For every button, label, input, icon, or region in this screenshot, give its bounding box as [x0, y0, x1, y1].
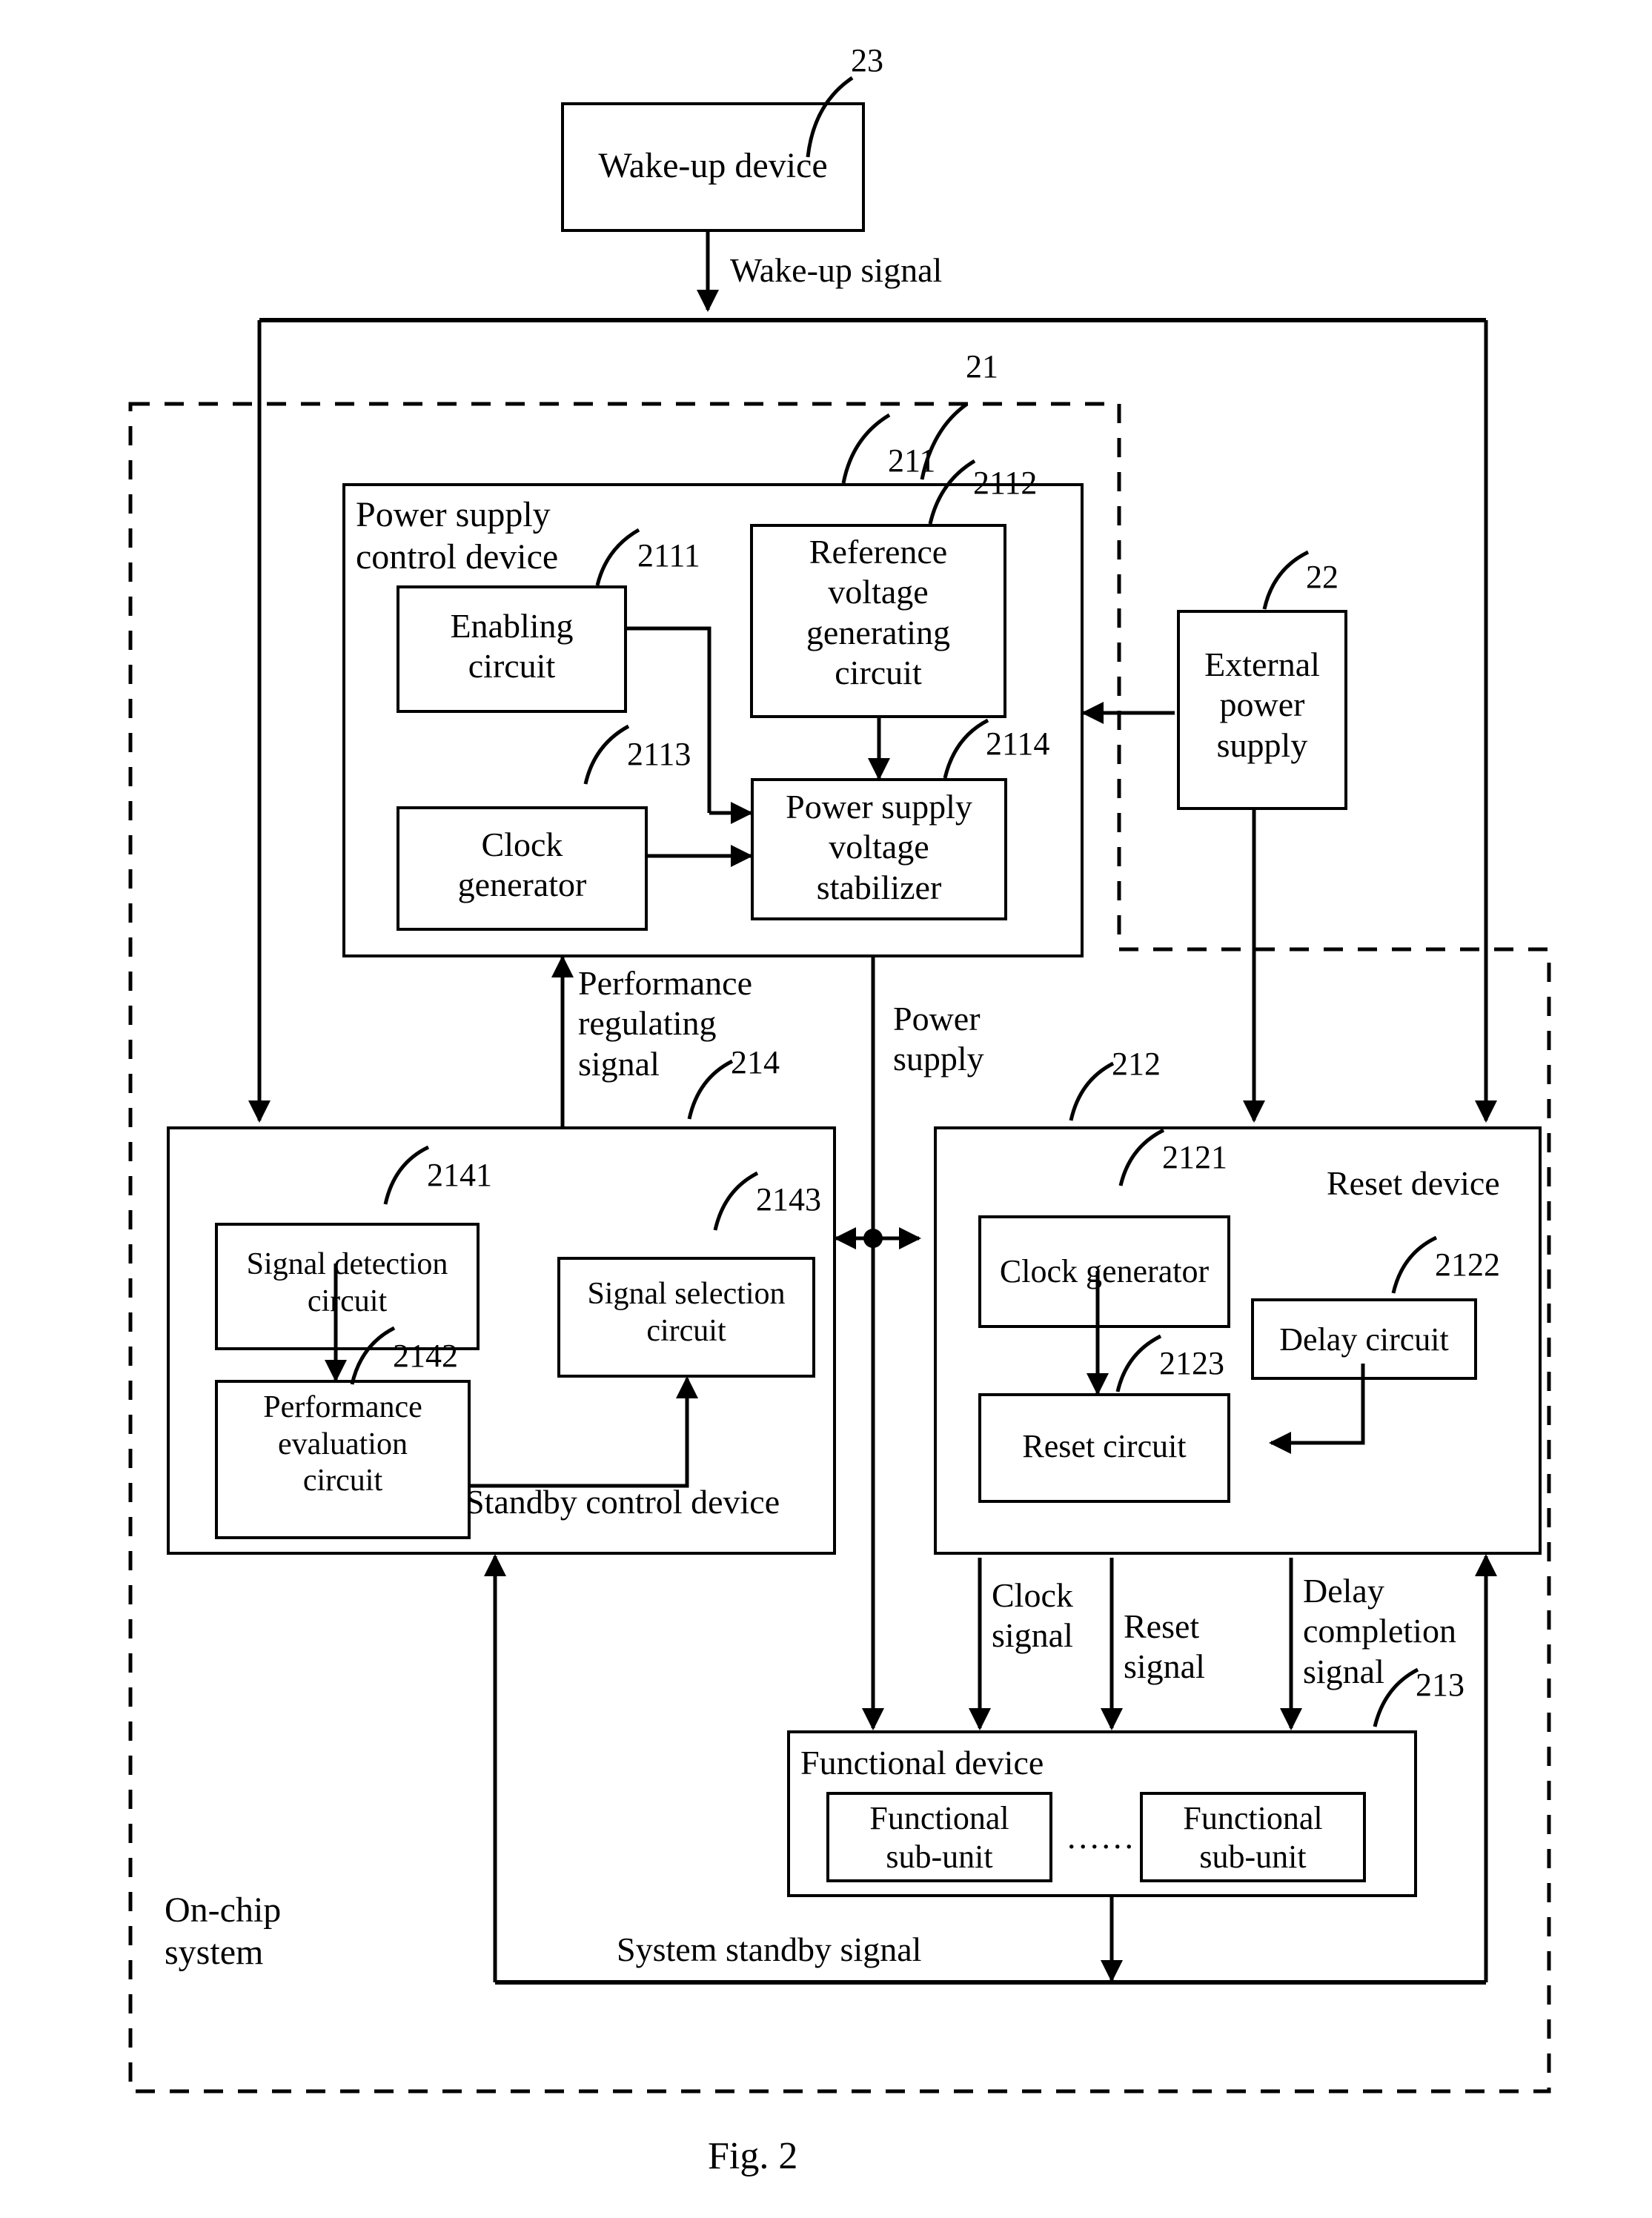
leader-212 [1069, 1061, 1115, 1121]
reset-circuit-label: Reset circuit [1022, 1428, 1187, 1464]
external-power-supply-label: External power supply [1204, 645, 1320, 764]
ref-2141: 2141 [427, 1157, 492, 1193]
reference-voltage-generating-circuit-label: Reference voltage generating circuit [806, 533, 951, 691]
leader-22 [1262, 550, 1310, 610]
ref-22: 22 [1306, 559, 1338, 595]
clock-generator-reset-label: Clock generator [999, 1253, 1210, 1289]
wakeup-signal-label: Wake-up signal [730, 251, 943, 289]
patent-figure-page: Wake-up device 23 Wake-up signal 21 On-c… [0, 0, 1652, 2218]
clock-generator-psc-label: Clock generator [457, 826, 587, 904]
performance-evaluation-circuit-label: Performance evaluation circuit [263, 1390, 422, 1498]
ref-23: 23 [851, 42, 883, 79]
signal-detection-circuit-label: Signal detection circuit [246, 1247, 448, 1318]
reset-signal-label: Reset signal [1124, 1607, 1205, 1686]
ref-2143: 2143 [756, 1181, 821, 1218]
functional-device-label: Functional device [800, 1744, 1044, 1782]
ref-2113: 2113 [627, 736, 691, 772]
ref-213: 213 [1416, 1667, 1464, 1703]
ref-212: 212 [1112, 1046, 1161, 1082]
power-supply-signal-label: Power supply [893, 1000, 984, 1078]
ref-21: 21 [966, 348, 998, 385]
ref-2142: 2142 [393, 1338, 458, 1374]
power-bus-junction-dot [863, 1229, 883, 1248]
ref-214: 214 [731, 1044, 780, 1080]
functional-subunit-ellipsis: ...... [1067, 1818, 1136, 1856]
power-supply-voltage-stabilizer-label: Power supply voltage stabilizer [786, 788, 972, 906]
functional-sub-unit-1-label: Functional sub-unit [869, 1800, 1009, 1875]
ref-2121: 2121 [1162, 1139, 1227, 1175]
power-supply-control-device-label: Power supply control device [356, 495, 559, 577]
system-standby-signal-label: System standby signal [617, 1930, 922, 1968]
onchip-system-label: On-chip system [165, 1890, 282, 1972]
functional-sub-unit-2-label: Functional sub-unit [1183, 1800, 1323, 1875]
figure-caption: Fig. 2 [708, 2135, 798, 2177]
clock-signal-label: Clock signal [992, 1576, 1073, 1655]
ref-2112: 2112 [973, 465, 1038, 501]
performance-regulating-signal-label: Performance regulating signal [578, 964, 752, 1083]
wakeup-device-label: Wake-up device [598, 146, 828, 185]
ref-211: 211 [888, 442, 936, 479]
reset-device-label: Reset device [1327, 1164, 1500, 1202]
ref-2123: 2123 [1159, 1345, 1224, 1381]
standby-control-device-label: Standby control device [465, 1483, 780, 1521]
ref-2122: 2122 [1435, 1246, 1500, 1283]
enabling-circuit-label: Enabling circuit [450, 607, 574, 685]
signal-selection-circuit-label: Signal selection circuit [587, 1277, 786, 1348]
delay-circuit-label: Delay circuit [1279, 1321, 1449, 1358]
leader-211 [841, 413, 891, 484]
ref-2111: 2111 [637, 537, 700, 574]
ref-2114: 2114 [986, 726, 1050, 762]
